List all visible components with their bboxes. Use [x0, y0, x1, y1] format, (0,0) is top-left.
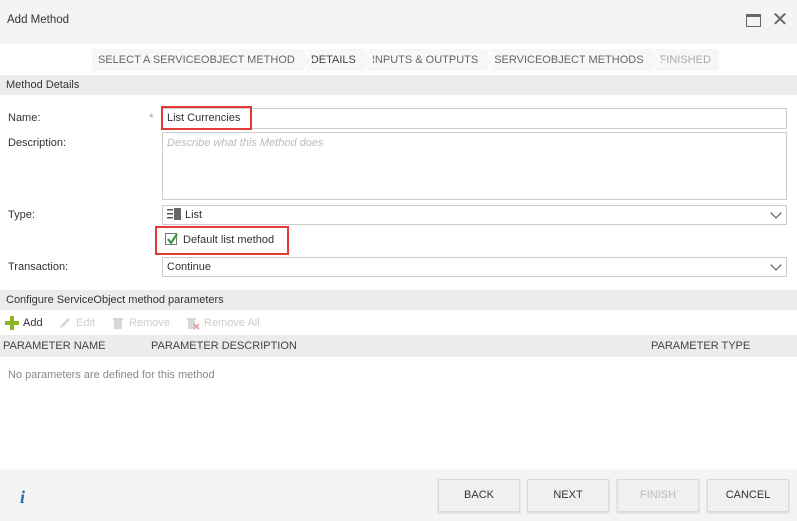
parameters-header: Configure ServiceObject method parameter…	[0, 290, 797, 310]
plus-icon	[5, 316, 19, 330]
step-finished: FINISHED	[653, 49, 719, 71]
chevron-down-icon	[770, 259, 782, 271]
pencil-icon	[58, 316, 72, 330]
dialog-title: Add Method	[7, 14, 70, 26]
column-parameter-type[interactable]: PARAMETER TYPE	[651, 340, 750, 352]
parameters-toolbar: Add Edit Remove Remove All	[0, 311, 797, 335]
default-list-highlight-box	[155, 226, 289, 255]
wizard-steps: SELECT A SERVICEOBJECT METHOD DETAILS IN…	[92, 49, 721, 71]
transaction-select[interactable]: Continue	[162, 257, 787, 277]
remove-all-button[interactable]: Remove All	[186, 316, 260, 330]
list-icon	[167, 208, 181, 221]
finish-button: FINISH	[617, 479, 699, 512]
info-icon[interactable]: i	[20, 487, 25, 508]
transaction-value: Continue	[167, 261, 212, 273]
type-select[interactable]: List	[162, 205, 787, 225]
description-input[interactable]: Describe what this Method does	[162, 132, 787, 200]
dialog-footer: i BACK NEXT FINISH CANCEL	[0, 469, 797, 521]
parameters-grid-header: PARAMETER NAME PARAMETER DESCRIPTION PAR…	[0, 335, 797, 357]
required-marker: *	[149, 111, 154, 125]
remove-button[interactable]: Remove	[111, 316, 170, 330]
next-button[interactable]: NEXT	[527, 479, 609, 512]
edit-button[interactable]: Edit	[58, 316, 95, 330]
description-label: Description:	[8, 137, 67, 149]
name-highlight-box	[161, 106, 252, 130]
step-details[interactable]: DETAILS	[304, 49, 374, 71]
step-serviceobject-methods[interactable]: SERVICEOBJECT METHODS	[488, 49, 662, 71]
trash-x-icon	[186, 316, 200, 330]
transaction-label: Transaction:	[8, 261, 69, 273]
name-label: Name:	[8, 112, 41, 124]
maximize-icon[interactable]	[746, 14, 761, 27]
back-button[interactable]: BACK	[438, 479, 520, 512]
parameters-empty-message: No parameters are defined for this metho…	[8, 369, 215, 381]
step-select-serviceobject-method[interactable]: SELECT A SERVICEOBJECT METHOD	[92, 49, 313, 71]
method-details-header: Method Details	[0, 75, 797, 95]
add-button[interactable]: Add	[5, 316, 43, 330]
step-inputs-outputs[interactable]: INPUTS & OUTPUTS	[365, 49, 497, 71]
column-parameter-name[interactable]: PARAMETER NAME	[3, 340, 105, 352]
trash-icon	[111, 316, 125, 330]
name-input[interactable]: List Currencies	[162, 108, 787, 129]
type-label: Type:	[8, 209, 35, 221]
column-parameter-description[interactable]: PARAMETER DESCRIPTION	[151, 340, 297, 352]
type-value: List	[185, 209, 203, 221]
close-icon[interactable]: ✕	[770, 9, 790, 31]
cancel-button[interactable]: CANCEL	[707, 479, 789, 512]
chevron-down-icon	[770, 207, 782, 219]
dialog-titlebar: Add Method ✕	[0, 0, 797, 44]
